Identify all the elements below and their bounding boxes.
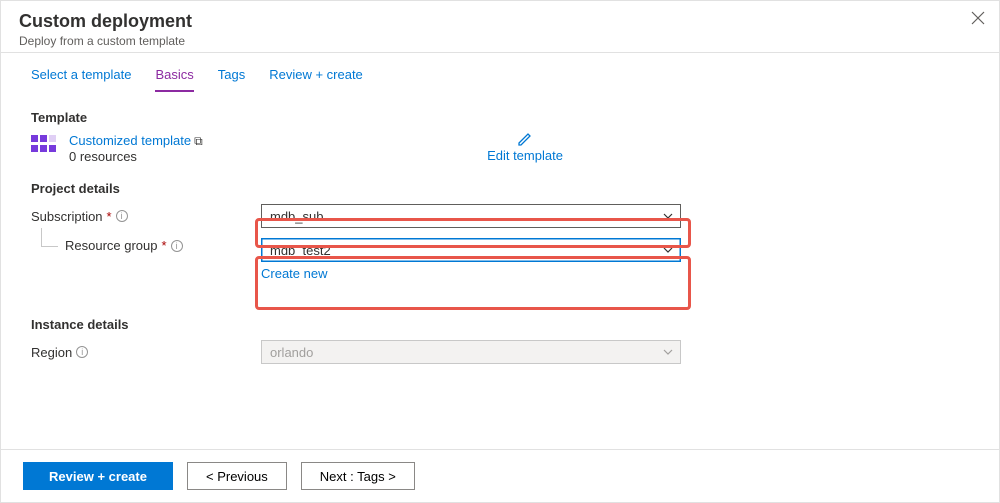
page-title: Custom deployment (19, 11, 981, 32)
customized-template-link[interactable]: Customized template⧉ (69, 133, 203, 148)
project-details-heading: Project details (31, 181, 969, 196)
page-subtitle: Deploy from a custom template (19, 34, 981, 48)
info-icon[interactable]: i (116, 210, 128, 222)
required-asterisk: * (162, 238, 167, 253)
tab-basics[interactable]: Basics (155, 67, 193, 92)
next-button[interactable]: Next : Tags > (301, 462, 415, 490)
template-text: Customized template⧉ 0 resources (69, 133, 203, 164)
region-dropdown[interactable]: orlando (261, 340, 681, 364)
subscription-dropdown[interactable]: mdb_sub (261, 204, 681, 228)
resource-group-label: Resource group * i (31, 238, 261, 253)
info-icon[interactable]: i (76, 346, 88, 358)
chevron-down-icon (662, 346, 674, 358)
tab-select-template[interactable]: Select a template (31, 67, 131, 92)
tab-review-create[interactable]: Review + create (269, 67, 363, 92)
close-button[interactable] (971, 11, 985, 25)
info-icon[interactable]: i (171, 240, 183, 252)
template-tiles-icon (31, 133, 57, 159)
content-area: Template Customized template⧉ 0 resource… (1, 92, 999, 364)
resources-count: 0 resources (69, 149, 137, 164)
chevron-down-icon (662, 244, 674, 256)
review-create-button[interactable]: Review + create (23, 462, 173, 490)
footer-bar: Review + create < Previous Next : Tags > (1, 449, 999, 502)
previous-button[interactable]: < Previous (187, 462, 287, 490)
edit-template-link[interactable]: Edit template (487, 130, 563, 163)
region-row: Region i orlando (31, 340, 969, 364)
pencil-icon (516, 130, 534, 148)
custom-deployment-page: Custom deployment Deploy from a custom t… (0, 0, 1000, 503)
create-new-link[interactable]: Create new (261, 266, 681, 281)
close-icon (971, 11, 985, 25)
page-header: Custom deployment Deploy from a custom t… (1, 1, 999, 53)
required-asterisk: * (107, 209, 112, 224)
resource-group-dropdown[interactable]: mdb_test2 (261, 238, 681, 262)
tab-strip: Select a template Basics Tags Review + c… (1, 53, 999, 92)
subscription-row: Subscription * i mdb_sub (31, 204, 969, 228)
instance-details-heading: Instance details (31, 317, 969, 332)
template-heading: Template (31, 110, 969, 125)
resource-group-row: Resource group * i mdb_test2 Create new (31, 238, 969, 281)
subscription-label: Subscription * i (31, 209, 261, 224)
tab-tags[interactable]: Tags (218, 67, 245, 92)
chevron-down-icon (662, 210, 674, 222)
region-label: Region i (31, 345, 261, 360)
external-link-icon: ⧉ (194, 134, 203, 148)
